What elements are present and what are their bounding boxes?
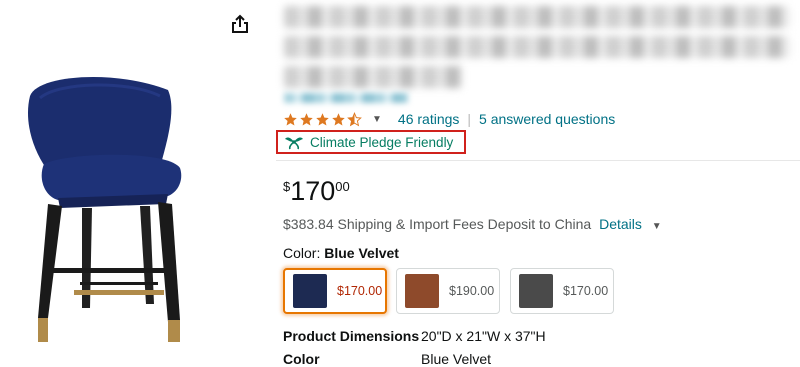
spec-value: 20"D x 21"W x 37"H xyxy=(421,328,546,344)
swatch-image xyxy=(293,274,327,308)
star-icon xyxy=(332,112,345,125)
color-label-row: Color: Blue Velvet xyxy=(283,245,399,261)
swatch-image xyxy=(519,274,553,308)
shipping-details-link[interactable]: Details xyxy=(599,216,642,232)
chevron-down-icon[interactable]: ▼ xyxy=(652,221,662,232)
price-symbol: $ xyxy=(283,179,291,194)
shipping-text: $383.84 Shipping & Import Fees Deposit t… xyxy=(283,216,592,232)
price-whole: 170 xyxy=(290,176,336,206)
store-link-blurred[interactable] xyxy=(284,93,408,103)
spec-label: Color xyxy=(283,351,320,367)
star-icon xyxy=(284,112,297,125)
star-icon xyxy=(316,112,329,125)
star-rating[interactable] xyxy=(283,111,363,127)
product-image[interactable] xyxy=(18,68,218,360)
spec-value: Blue Velvet xyxy=(421,351,492,367)
color-label: Color: xyxy=(283,245,325,261)
color-swatch-blue-velvet[interactable]: $170.00 xyxy=(283,268,387,314)
rating-row: ▼ 46 ratings | 5 answered questions xyxy=(283,110,615,128)
climate-pledge-badge[interactable]: Climate Pledge Friendly xyxy=(276,130,466,154)
price-fraction: 00 xyxy=(335,179,350,194)
price: $ 170 00 xyxy=(283,176,350,206)
shipping-info: $383.84 Shipping & Import Fees Deposit t… xyxy=(283,216,662,232)
swatch-image xyxy=(405,274,439,308)
swatch-price: $190.00 xyxy=(449,284,495,298)
separator: | xyxy=(467,111,472,127)
color-swatch-gray[interactable]: $170.00 xyxy=(510,268,614,314)
spec-label: Product Dimensions xyxy=(283,328,420,344)
color-swatch-brown[interactable]: $190.00 xyxy=(396,268,500,314)
swatch-price: $170.00 xyxy=(337,284,383,298)
share-icon xyxy=(232,14,248,33)
ratings-link[interactable]: 46 ratings xyxy=(398,111,459,127)
star-icon xyxy=(300,112,313,125)
climate-pledge-icon xyxy=(285,137,303,150)
star-half-icon xyxy=(347,111,362,126)
swatch-price: $170.00 xyxy=(563,284,609,298)
climate-pledge-label: Climate Pledge Friendly xyxy=(310,134,454,150)
chevron-down-icon[interactable]: ▼ xyxy=(372,114,382,125)
share-button[interactable] xyxy=(226,10,254,38)
divider xyxy=(276,160,800,161)
answered-questions-link[interactable]: 5 answered questions xyxy=(479,111,615,127)
selected-color-value: Blue Velvet xyxy=(324,245,399,261)
